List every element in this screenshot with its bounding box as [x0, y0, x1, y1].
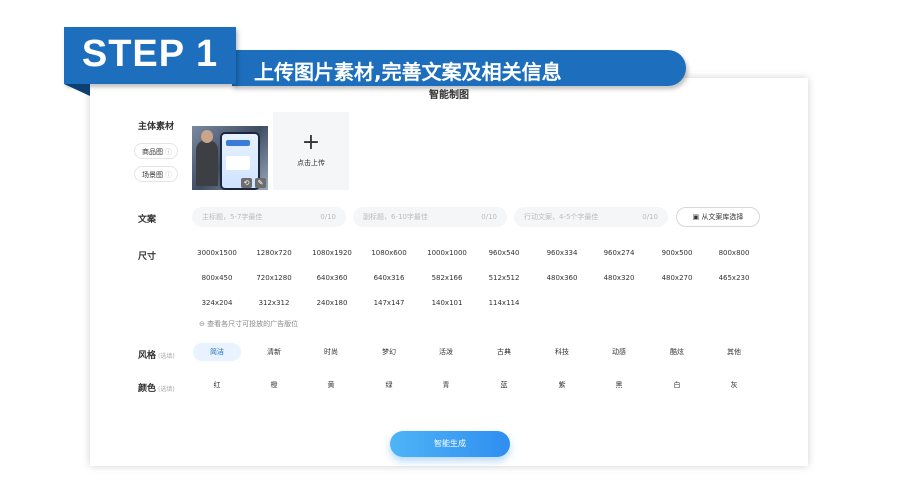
color-option[interactable]: 白	[653, 376, 701, 394]
help-icon: ⓘ	[165, 171, 172, 179]
size-option[interactable]: 1000x1000	[419, 249, 475, 257]
plus-icon: +	[301, 130, 321, 155]
color-option[interactable]: 青	[422, 376, 470, 394]
style-option[interactable]: 古典	[480, 343, 528, 361]
size-option[interactable]: 1080x1920	[304, 249, 360, 257]
thumbnail-person	[196, 130, 218, 186]
size-option[interactable]: 900x500	[649, 249, 705, 257]
style-option[interactable]: 其他	[710, 343, 758, 361]
style-label-text: 风格	[138, 351, 157, 361]
size-option[interactable]: 147x147	[361, 299, 417, 307]
material-label: 主体素材	[138, 122, 175, 132]
color-option[interactable]: 黄	[307, 376, 355, 394]
size-option[interactable]: 960x274	[591, 249, 647, 257]
panel-title: 智能制图	[429, 90, 469, 101]
size-option[interactable]: 140x101	[419, 299, 475, 307]
char-count: 0/10	[481, 213, 497, 221]
size-option[interactable]: 114x114	[476, 299, 532, 307]
color-option[interactable]: 紫	[538, 376, 586, 394]
help-icon: ⓘ	[165, 148, 172, 156]
color-option[interactable]: 红	[193, 376, 241, 394]
replace-icon[interactable]: ⟲	[241, 178, 252, 188]
size-option[interactable]: 480x270	[649, 274, 705, 282]
tab-product-image-label: 商品图	[142, 148, 163, 156]
style-option[interactable]: 活泼	[422, 343, 470, 361]
copy-label: 文案	[138, 215, 157, 225]
size-option[interactable]: 480x320	[591, 274, 647, 282]
upload-label: 点击上传	[297, 159, 325, 167]
edit-icon[interactable]: ✎	[255, 178, 266, 188]
size-option[interactable]: 240x180	[304, 299, 360, 307]
size-option[interactable]: 324x204	[189, 299, 245, 307]
step-title-bar: 上传图片素材,完善文案及相关信息	[232, 50, 686, 86]
thumbnail-phone	[220, 132, 260, 190]
size-option[interactable]: 480x360	[534, 274, 590, 282]
step-badge: STEP 1	[64, 27, 236, 96]
color-option[interactable]: 蓝	[480, 376, 528, 394]
style-option[interactable]: 科技	[538, 343, 586, 361]
style-option[interactable]: 清新	[250, 343, 298, 361]
style-option[interactable]: 时尚	[307, 343, 355, 361]
main-title-input[interactable]: 主标题，5-7字最佳 0/10	[192, 207, 346, 227]
style-optional: (选填)	[158, 353, 175, 360]
color-optional: (选填)	[158, 386, 175, 393]
size-option[interactable]: 465x230	[706, 274, 762, 282]
size-option[interactable]: 800x800	[706, 249, 762, 257]
step-label: STEP 1	[81, 33, 219, 75]
tab-scene-image[interactable]: 场景图 ⓘ	[134, 166, 178, 182]
copy-library-label: 从文案库选择	[701, 213, 744, 221]
size-option[interactable]: 640x316	[361, 274, 417, 282]
color-option[interactable]: 绿	[365, 376, 413, 394]
size-option[interactable]: 1080x600	[361, 249, 417, 257]
color-label-text: 颜色	[138, 384, 157, 394]
size-option[interactable]: 960x334	[534, 249, 590, 257]
copy-library-button[interactable]: ▣ 从文案库选择	[676, 207, 760, 227]
style-option[interactable]: 酷炫	[653, 343, 701, 361]
tab-product-image[interactable]: 商品图 ⓘ	[134, 143, 178, 159]
size-option[interactable]: 720x1280	[246, 274, 302, 282]
action-copy-placeholder: 行动文案，4-5个字最佳	[524, 213, 599, 221]
eye-icon: ⊖	[199, 320, 208, 328]
color-label: 颜色 (选填)	[138, 381, 175, 394]
size-option[interactable]: 312x312	[246, 299, 302, 307]
size-option[interactable]: 3000x1500	[189, 249, 245, 257]
style-option[interactable]: 梦幻	[365, 343, 413, 361]
style-option-selected[interactable]: 简洁	[193, 343, 241, 361]
ad-slot-hint-label: 查看各尺寸可投放的广告版位	[207, 320, 299, 328]
size-option[interactable]: 512x512	[476, 274, 532, 282]
tab-scene-image-label: 场景图	[142, 171, 163, 179]
size-option[interactable]: 960x540	[476, 249, 532, 257]
char-count: 0/10	[320, 213, 336, 221]
size-option[interactable]: 1280x720	[246, 249, 302, 257]
char-count: 0/10	[642, 213, 658, 221]
style-option[interactable]: 动感	[595, 343, 643, 361]
ad-slot-hint[interactable]: ⊖ 查看各尺寸可投放的广告版位	[199, 319, 298, 329]
main-title-placeholder: 主标题，5-7字最佳	[202, 213, 263, 221]
size-option[interactable]: 640x360	[304, 274, 360, 282]
subtitle-placeholder: 副标题，6-10字最佳	[363, 213, 428, 221]
style-label: 风格 (选填)	[138, 348, 175, 361]
size-label: 尺寸	[138, 252, 157, 262]
action-copy-input[interactable]: 行动文案，4-5个字最佳 0/10	[514, 207, 668, 227]
color-option[interactable]: 灰	[710, 376, 758, 394]
subtitle-input[interactable]: 副标题，6-10字最佳 0/10	[353, 207, 507, 227]
color-option[interactable]: 黑	[595, 376, 643, 394]
size-option[interactable]: 582x166	[419, 274, 475, 282]
generate-button[interactable]: 智能生成	[390, 431, 510, 457]
color-option[interactable]: 橙	[250, 376, 298, 394]
size-option[interactable]: 800x450	[189, 274, 245, 282]
upload-button[interactable]: + 点击上传	[273, 112, 349, 190]
step-title: 上传图片素材,完善文案及相关信息	[254, 60, 562, 84]
